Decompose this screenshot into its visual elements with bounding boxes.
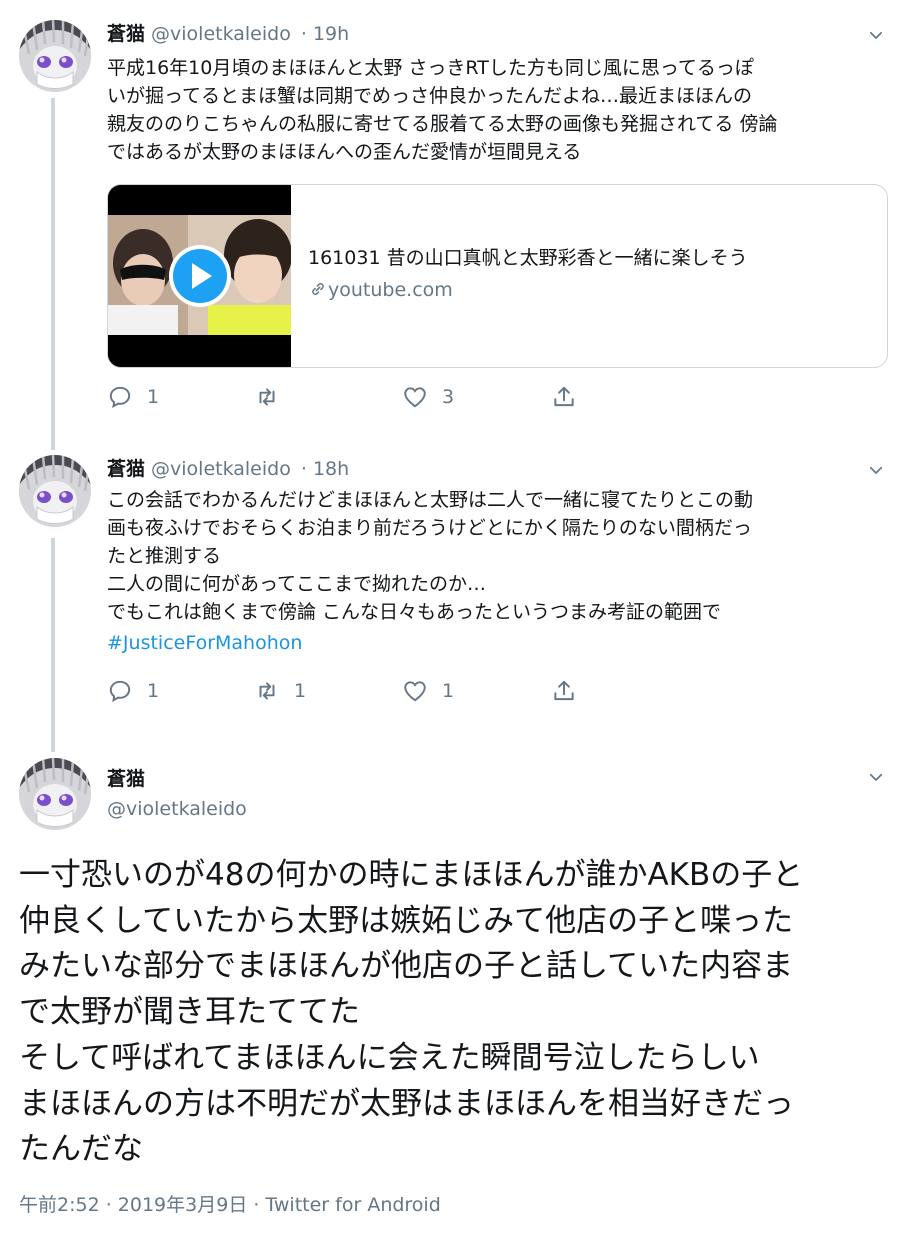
main-tweet-name: 蒼猫 [107, 766, 145, 792]
main-tweet-handle: @violetkaleido [107, 796, 247, 822]
text-line: この会話でわかるんだけどまほほんと太野は二人で一緒に寝てたりとこの動 [107, 489, 754, 511]
text-line: みたいな部分でまほほんが他店の子と話していた内容ま [19, 948, 794, 985]
heart-icon [402, 384, 428, 410]
like-count: 3 [442, 386, 455, 408]
link-card[interactable]: 161031 昔の山口真帆と太野彩香と一緒に楽しそう youtube.com [107, 184, 888, 368]
share-button[interactable] [551, 382, 577, 412]
tweet-text: 平成16年10月頃のまほほんと太野 さっきRTした方も同じ風に思ってるっぽ いが… [107, 54, 892, 166]
text-line: 平成16年10月頃のまほほんと太野 さっきRTした方も同じ風に思ってるっぽ [107, 57, 754, 79]
reply-icon [107, 384, 133, 410]
tweet-text: この会話でわかるんだけどまほほんと太野は二人で一緒に寝てたりとこの動 画も夜ふけ… [107, 486, 892, 657]
reply-icon [107, 678, 133, 704]
card-title: 161031 昔の山口真帆と太野彩香と一緒に楽しそう [308, 247, 748, 269]
heart-icon [402, 678, 428, 704]
retweet-count: 1 [294, 680, 307, 702]
avatar[interactable] [19, 455, 91, 527]
text-line: 仲良くしていたから太野は嫉妬じみて他店の子と喋った [19, 902, 794, 939]
retweet-button[interactable]: 1 [254, 676, 306, 706]
tweet-actions: 1 1 1 [107, 676, 627, 706]
share-icon [551, 384, 577, 410]
chevron-down-icon[interactable] [867, 26, 885, 44]
like-button[interactable]: 1 [402, 676, 454, 706]
avatar-image [19, 758, 91, 830]
tweet-time[interactable]: · 19h [301, 23, 349, 45]
avatar[interactable] [19, 758, 91, 830]
retweet-button[interactable] [254, 382, 294, 412]
reply-button[interactable]: 1 [107, 676, 159, 706]
chevron-down-icon[interactable] [867, 461, 885, 479]
text-line: 一寸恐いのが48の何かの時にまほほんが誰かAKBの子と [19, 857, 804, 893]
tweet-time[interactable]: · 18h [301, 458, 349, 480]
text-line: でもこれは飽くまで傍論 こんな日々もあったというつまみ考証の範囲で [107, 601, 722, 623]
text-line: 二人の間に何があってここまで拗れたのか… [107, 573, 487, 595]
thread-connector [51, 98, 55, 450]
text-line: たんだな [19, 1131, 143, 1168]
avatar[interactable] [19, 20, 91, 92]
share-icon [551, 678, 577, 704]
user-handle[interactable]: @violetkaleido [151, 23, 291, 45]
retweet-icon [254, 678, 280, 704]
text-line: ではあるが太野のまほほんへの歪んだ愛情が垣間見える [107, 141, 582, 163]
avatar-image [19, 20, 91, 92]
user-handle[interactable]: @violetkaleido [151, 458, 291, 480]
text-line: いが掘ってるとまほ蟹は同期でめっさ仲良かったんだよね…最近まほほんの [107, 85, 753, 107]
reply-count: 1 [147, 386, 160, 408]
display-name[interactable]: 蒼猫 [107, 458, 145, 480]
hashtag-link[interactable]: #JusticeForMahohon [107, 629, 892, 657]
link-icon [312, 283, 324, 295]
tweet-header: 蒼猫 @violetkaleido · 18h [107, 456, 349, 482]
like-count: 1 [442, 680, 455, 702]
chevron-down-icon[interactable] [867, 768, 885, 786]
tweet-timestamp-source[interactable]: 午前2:52 · 2019年3月9日 · Twitter for Android [19, 1190, 441, 1217]
main-tweet-text: 一寸恐いのが48の何かの時にまほほんが誰かAKBの子と 仲良くしていたから太野は… [19, 853, 889, 1173]
card-domain-text: youtube.com [328, 279, 453, 301]
text-line: 画も夜ふけでおそらくお泊まり前だろうけどとにかく隔たりのない間柄だっ [107, 517, 752, 539]
tweet-actions: 1 3 [107, 382, 627, 412]
avatar-image [19, 455, 91, 527]
display-name[interactable]: 蒼猫 [107, 768, 145, 790]
reply-count: 1 [147, 680, 160, 702]
retweet-icon [254, 384, 280, 410]
tweet-header: 蒼猫 @violetkaleido · 19h [107, 21, 349, 47]
text-line: そして呼ばれてまほほんに会えた瞬間号泣したらしい [19, 1039, 760, 1076]
thread-connector [51, 538, 55, 752]
card-thumbnail [108, 185, 291, 367]
user-handle[interactable]: @violetkaleido [107, 798, 247, 820]
display-name[interactable]: 蒼猫 [107, 23, 145, 45]
reply-button[interactable]: 1 [107, 382, 159, 412]
like-button[interactable]: 3 [402, 382, 454, 412]
video-thumbnail-image [108, 185, 291, 367]
text-line: たと推測する [107, 545, 222, 567]
text-line: まほほんの方は不明だが太野はまほほんを相当好きだっ [19, 1085, 794, 1122]
card-domain: youtube.com [308, 279, 453, 301]
text-line: で太野が聞き耳たててた [19, 994, 360, 1031]
share-button[interactable] [551, 676, 577, 706]
text-line: 親友ののりこちゃんの私服に寄せてる服着てる太野の画像も発掘されてる 傍論 [107, 113, 778, 135]
